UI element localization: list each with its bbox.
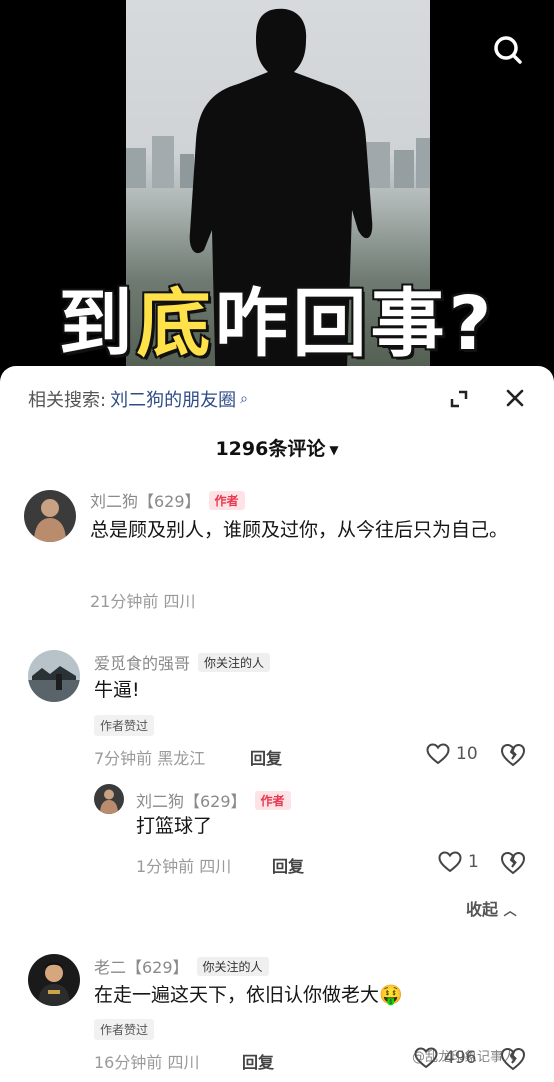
avatar-image (24, 490, 76, 542)
search-button[interactable] (488, 30, 528, 70)
author-liked-tag: 作者赞过 (94, 1019, 155, 1040)
reply-button[interactable]: 回复 (250, 745, 282, 769)
reply-author[interactable]: 刘二狗【629】 作者 (136, 788, 291, 812)
collapse-replies-button[interactable]: 收起 ︿ (466, 896, 517, 920)
reply-text: 打篮球了 (136, 815, 213, 837)
avatar-image (28, 650, 80, 702)
video-overlay-title: 到 底 咋回事? (0, 262, 554, 372)
reply-button[interactable]: 回复 (272, 853, 304, 877)
caret-down-icon: ▼ (329, 442, 339, 457)
author-badge: 作者 (254, 790, 291, 810)
comment-text: 在走一遍这天下，依旧认你做老大🤑 (94, 984, 403, 1006)
chevron-up-icon: ︿ (503, 904, 517, 919)
avatar-image (94, 784, 124, 814)
avatar[interactable] (94, 784, 124, 814)
related-search-label: 相关搜索: (28, 390, 107, 411)
avatar[interactable] (24, 490, 76, 542)
author-liked-tag: 作者赞过 (94, 715, 155, 736)
like-button[interactable]: 10 (426, 743, 478, 765)
avatar[interactable] (28, 650, 80, 702)
small-search-icon: ⌕ (240, 391, 248, 407)
comment-count-dropdown[interactable]: 1296条评论 ▼ (0, 434, 554, 461)
comment-author[interactable]: 老二【629】 你关注的人 (94, 954, 269, 978)
like-count: 10 (456, 744, 478, 764)
comment-count: 1296条评论 (215, 438, 326, 460)
following-badge: 你关注的人 (198, 652, 271, 672)
video-player[interactable]: 到 底 咋回事? (0, 0, 554, 400)
money-face-emoji: 🤑 (379, 984, 403, 1006)
close-icon[interactable] (503, 386, 527, 410)
comment-text: 总是顾及别人，谁顾及过你，从今往后只为自己。 (90, 519, 509, 541)
overlay-title-highlight: 底 (135, 279, 215, 368)
comment-author[interactable]: 刘二狗【629】 作者 (90, 488, 245, 512)
comment-meta: 21分钟前 四川 (90, 592, 196, 611)
following-badge: 你关注的人 (196, 956, 269, 976)
like-count: 1 (468, 852, 479, 872)
search-icon (494, 36, 522, 64)
overlay-title-part3: 咋回事? (213, 279, 496, 368)
comment-text: 牛逼! (94, 679, 140, 701)
comment-meta: 7分钟前 黑龙江 (94, 749, 206, 768)
watermark: @乱龙印象记事人 (412, 1050, 517, 1065)
avatar-image (28, 954, 80, 1006)
heart-icon (438, 851, 462, 873)
comment-meta: 16分钟前 四川 (94, 1053, 200, 1072)
overlay-title-part1: 到 (57, 279, 137, 368)
broken-heart-icon[interactable] (500, 851, 526, 875)
author-badge: 作者 (208, 490, 245, 510)
avatar[interactable] (28, 954, 80, 1006)
reply-button[interactable]: 回复 (242, 1049, 274, 1073)
related-search[interactable]: 相关搜索: 刘二狗的朋友圈 ⌕ (28, 386, 248, 412)
reply-meta: 1分钟前 四川 (136, 857, 232, 876)
broken-heart-icon[interactable] (500, 743, 526, 767)
comment-author[interactable]: 爱觅食的强哥 你关注的人 (94, 650, 271, 674)
related-search-keyword[interactable]: 刘二狗的朋友圈 (110, 386, 236, 412)
like-button[interactable]: 1 (438, 851, 479, 873)
comment-sheet: 相关搜索: 刘二狗的朋友圈 ⌕ 1296条评论 ▼ 刘二狗【629】 作者 总是顾… (0, 366, 554, 1082)
expand-icon[interactable] (448, 388, 470, 410)
heart-icon (426, 743, 450, 765)
